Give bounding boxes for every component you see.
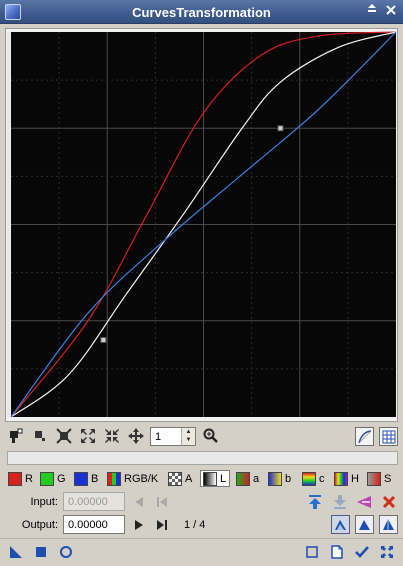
- grid-toggle-icon[interactable]: [379, 427, 398, 446]
- rgb-swatch-icon: [107, 471, 121, 486]
- curve-graph-frame[interactable]: [5, 28, 398, 422]
- shade-icon[interactable]: [364, 3, 380, 19]
- channel-h-label: H: [351, 472, 359, 485]
- channel-a[interactable]: A: [168, 470, 192, 487]
- reset-curve-icon[interactable]: [380, 493, 398, 511]
- curve-graph[interactable]: [6, 29, 397, 421]
- channel-b-star[interactable]: b: [268, 470, 291, 487]
- new-instance-icon[interactable]: [8, 544, 24, 560]
- input-row: Input:: [0, 492, 403, 512]
- akima-interpolation-icon[interactable]: [331, 515, 350, 534]
- channel-selector: R G B RGB/K A L a b c H S: [0, 470, 403, 488]
- apply-global-icon[interactable]: [33, 544, 49, 560]
- pan-tool-icon[interactable]: [126, 426, 146, 446]
- load-curve-icon[interactable]: [331, 493, 349, 511]
- alpha-swatch-icon: [168, 471, 182, 486]
- channel-b[interactable]: B: [74, 470, 98, 487]
- output-label: Output:: [21, 519, 58, 531]
- first-point-icon[interactable]: [155, 494, 169, 510]
- chroma-swatch-icon: [302, 471, 316, 486]
- zoom-magnifier-icon[interactable]: [201, 426, 221, 446]
- curve-toolbar: ▲▼: [0, 426, 403, 448]
- next-point-icon[interactable]: [132, 517, 146, 533]
- zoom-spin-arrows[interactable]: ▲ ▼: [181, 428, 195, 445]
- axis-ticks-left: [7, 32, 10, 417]
- window-title: CurvesTransformation: [132, 5, 271, 20]
- curve-readout-bar: [7, 451, 398, 465]
- channel-h[interactable]: H: [334, 470, 359, 487]
- saturation-swatch-icon: [367, 471, 381, 486]
- channel-b-star-label: b: [285, 472, 292, 485]
- point-counter: 1 / 4: [184, 519, 206, 531]
- reset-instance-icon[interactable]: [329, 544, 345, 560]
- real-time-preview-icon[interactable]: [58, 544, 74, 560]
- channel-a-star-label: a: [253, 472, 260, 485]
- curve-control-point: [100, 337, 107, 343]
- output-row: Output: 1 / 4: [0, 515, 403, 535]
- last-point-icon[interactable]: [155, 517, 169, 533]
- process-bar: [0, 538, 403, 566]
- channel-c-label: c: [319, 472, 325, 485]
- a-star-swatch-icon: [236, 471, 250, 486]
- channel-b-label: B: [91, 472, 99, 485]
- invert-curve-icon[interactable]: [355, 493, 373, 511]
- zoom-factor-input[interactable]: [151, 428, 181, 445]
- linear-interpolation-icon[interactable]: [379, 515, 398, 534]
- expand-collapse-icon[interactable]: [379, 544, 395, 560]
- edit-point-icon[interactable]: [6, 426, 26, 446]
- zoom-out-tool-icon[interactable]: [102, 426, 122, 446]
- curve-control-point: [277, 125, 284, 132]
- delete-point-icon[interactable]: [54, 426, 74, 446]
- blue-swatch-icon: [74, 471, 88, 486]
- channel-r[interactable]: R: [8, 470, 33, 487]
- curve-edit-mode-icon[interactable]: [355, 427, 374, 446]
- channel-rgbk[interactable]: RGB/K: [107, 470, 158, 487]
- channel-s[interactable]: S: [367, 470, 391, 487]
- luminance-swatch-icon: [203, 471, 217, 486]
- channel-g[interactable]: G: [40, 470, 66, 487]
- zoom-in-tool-icon[interactable]: [78, 426, 98, 446]
- channel-l-label: L: [220, 472, 227, 485]
- close-icon[interactable]: [383, 3, 399, 19]
- channel-r-label: R: [25, 472, 33, 485]
- title-bar[interactable]: CurvesTransformation: [0, 0, 403, 24]
- apply-check-icon[interactable]: [354, 544, 370, 560]
- input-field[interactable]: [63, 492, 125, 511]
- channel-l[interactable]: L: [200, 470, 231, 487]
- prev-point-icon[interactable]: [132, 494, 146, 510]
- channel-a-star[interactable]: a: [236, 470, 259, 487]
- output-field[interactable]: [63, 515, 125, 534]
- hue-swatch-icon: [334, 471, 348, 486]
- browse-documentation-icon[interactable]: [304, 544, 320, 560]
- channel-a-label: A: [185, 472, 193, 485]
- channel-s-label: S: [384, 472, 392, 485]
- channel-c[interactable]: c: [302, 470, 325, 487]
- green-swatch-icon: [40, 471, 54, 486]
- channel-rgbk-label: RGB/K: [124, 472, 159, 485]
- input-label: Input:: [30, 496, 58, 508]
- b-star-swatch-icon: [268, 471, 282, 486]
- store-curve-icon[interactable]: [306, 493, 324, 511]
- zoom-factor-spinbox[interactable]: ▲▼: [150, 427, 196, 446]
- red-swatch-icon: [8, 471, 22, 486]
- channel-g-label: G: [57, 472, 66, 485]
- select-point-icon[interactable]: [30, 426, 50, 446]
- cubic-interpolation-icon[interactable]: [355, 515, 374, 534]
